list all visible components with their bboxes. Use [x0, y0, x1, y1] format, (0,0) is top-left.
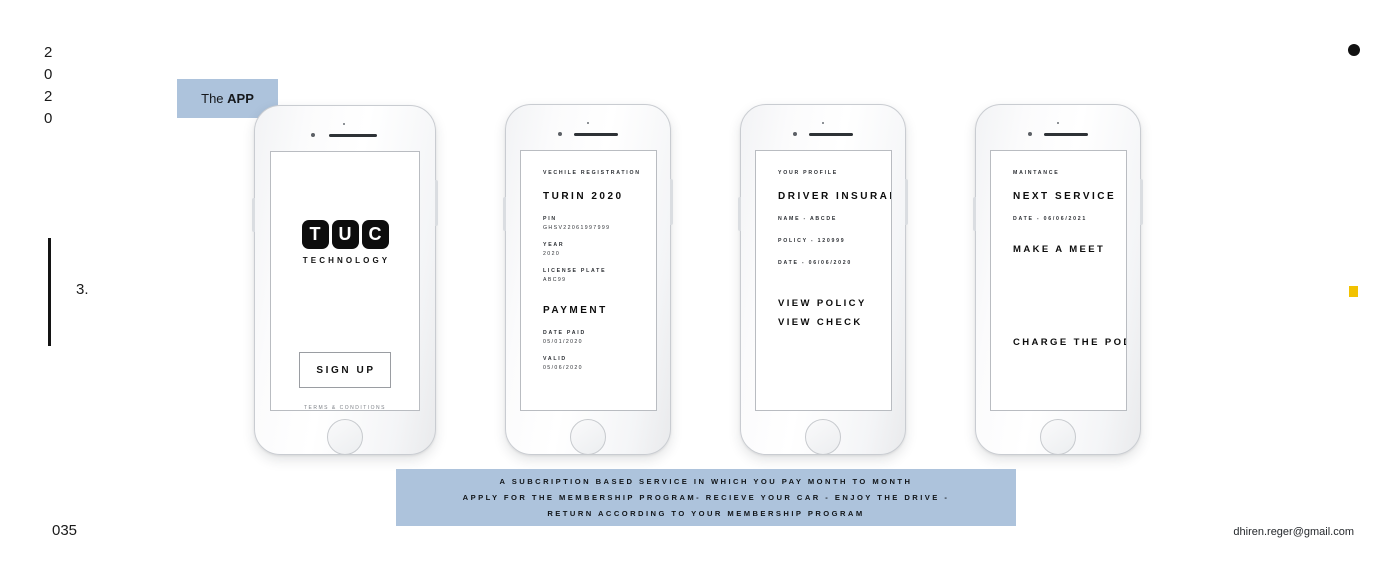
phone-screen-maintenance: MAINTANCE NEXT SERVICE DATE - 06/06/2021…	[990, 150, 1127, 411]
insurance-content: YOUR PROFILE DRIVER INSURANCE NAME - ABC…	[756, 151, 891, 328]
insurance-title: DRIVER INSURANCE	[778, 191, 891, 202]
year-digit: 2	[44, 88, 54, 105]
phone-screen-signup: T U C TECHNOLOGY SIGN UP TERMS & CONDITI…	[270, 151, 420, 411]
pin-label: PIN	[543, 216, 557, 222]
logo-tile-c: C	[361, 220, 389, 249]
registration-title: TURIN 2020	[543, 191, 624, 202]
phone-mockup-signup: T U C TECHNOLOGY SIGN UP TERMS & CONDITI…	[252, 105, 438, 455]
logo-tile-t: T	[301, 220, 329, 249]
caption-line-2: APPLY FOR THE MEMBERSHIP PROGRAM- RECIEV…	[462, 493, 950, 502]
sensor-dot-icon	[1057, 122, 1059, 124]
front-camera-icon	[1028, 132, 1032, 136]
phone-mockup-registration: VECHILE REGISTRATION TURIN 2020 PIN GHSV…	[503, 104, 673, 455]
next-service-title: NEXT SERVICE	[1013, 191, 1117, 202]
front-camera-icon	[793, 132, 797, 136]
license-plate-value: ABC99	[543, 277, 567, 283]
year-digit: 2	[44, 44, 54, 61]
earpiece-speaker-icon	[809, 133, 853, 136]
date-paid-value: 05/01/2020	[543, 339, 583, 345]
earpiece-speaker-icon	[329, 134, 377, 137]
sensor-dot-icon	[587, 122, 589, 124]
front-camera-icon	[558, 132, 562, 136]
year-value: 2020	[543, 251, 561, 257]
registration-content: VECHILE REGISTRATION TURIN 2020 PIN GHSV…	[521, 151, 656, 373]
black-dot-marker	[1348, 44, 1360, 56]
logo-tile-u: U	[331, 220, 359, 249]
maintenance-eyebrow: MAINTANCE	[1013, 170, 1060, 176]
home-button[interactable]	[570, 419, 606, 455]
insurance-policy-row: POLICY - 120999	[778, 238, 846, 244]
vertical-rule-divider	[48, 238, 51, 346]
insurance-date-row: DATE - 06/06/2020	[778, 260, 853, 266]
charge-the-pod-button[interactable]: CHARGE THE POD	[1013, 337, 1126, 348]
year-label: 2 0 2 0	[44, 42, 53, 130]
valid-label: VALID	[543, 356, 567, 362]
view-check-button[interactable]: VIEW CHECK	[778, 317, 891, 328]
insurance-eyebrow: YOUR PROFILE	[778, 170, 838, 176]
section-number: 3.	[76, 281, 89, 298]
view-policy-button[interactable]: VIEW POLICY	[778, 298, 891, 309]
the-app-emphasis: APP	[227, 91, 254, 106]
the-app-tag-label: The APP	[201, 91, 254, 106]
yellow-square-marker	[1349, 286, 1358, 297]
phone-screen-insurance: YOUR PROFILE DRIVER INSURANCE NAME - ABC…	[755, 150, 892, 411]
payment-title: PAYMENT	[543, 305, 608, 316]
year-digit: 0	[44, 66, 54, 83]
registration-eyebrow: VECHILE REGISTRATION	[543, 170, 641, 176]
phone-mockup-insurance: YOUR PROFILE DRIVER INSURANCE NAME - ABC…	[738, 104, 908, 455]
earpiece-speaker-icon	[574, 133, 618, 136]
valid-value: 05/06/2020	[543, 365, 583, 371]
home-button[interactable]	[1040, 419, 1076, 455]
the-app-prefix: The	[201, 91, 228, 106]
sensor-dot-icon	[822, 122, 824, 124]
phone-screen-registration: VECHILE REGISTRATION TURIN 2020 PIN GHSV…	[520, 150, 657, 411]
maintenance-content: MAINTANCE NEXT SERVICE DATE - 06/06/2021…	[991, 151, 1126, 348]
caption-line-3: RETURN ACCORDING TO YOUR MEMBERSHIP PROG…	[547, 509, 865, 518]
phone-mockup-maintenance: MAINTANCE NEXT SERVICE DATE - 06/06/2021…	[973, 104, 1143, 455]
make-a-meet-button[interactable]: MAKE A MEET	[1013, 244, 1126, 255]
license-plate-label: LICENSE PLATE	[543, 268, 607, 274]
home-button[interactable]	[805, 419, 841, 455]
contact-email: dhiren.reger@gmail.com	[1233, 526, 1354, 538]
logo-subtitle: TECHNOLOGY	[302, 256, 391, 265]
pin-value: GHSV22061997999	[543, 225, 611, 231]
earpiece-speaker-icon	[1044, 133, 1088, 136]
page-number: 035	[52, 522, 78, 539]
home-button[interactable]	[327, 419, 363, 455]
sign-up-button[interactable]: SIGN UP	[299, 352, 391, 388]
front-camera-icon	[311, 133, 315, 137]
next-service-date-row: DATE - 06/06/2021	[1013, 216, 1088, 222]
sensor-dot-icon	[343, 123, 345, 125]
terms-and-conditions-link[interactable]: TERMS & CONDITIONS	[271, 405, 419, 410]
tuc-logo-tiles: T U C	[271, 220, 419, 249]
year-label: YEAR	[543, 242, 565, 248]
tuc-logo: T U C TECHNOLOGY	[271, 220, 419, 265]
caption-banner: A SUBCRIPTION BASED SERVICE IN WHICH YOU…	[396, 469, 1016, 526]
date-paid-label: DATE PAID	[543, 330, 586, 336]
year-digit: 0	[44, 110, 54, 127]
insurance-name-row: NAME - ABCDE	[778, 216, 838, 222]
caption-line-1: A SUBCRIPTION BASED SERVICE IN WHICH YOU…	[499, 477, 913, 486]
